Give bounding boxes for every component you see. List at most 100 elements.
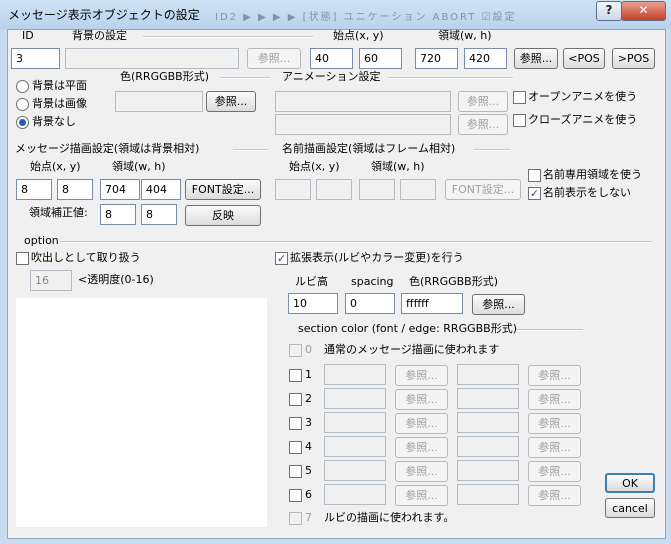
close-anim-checkbox[interactable] xyxy=(513,114,526,127)
ext-color-browse-button[interactable]: 参照... xyxy=(472,294,525,315)
section-row-font-browse-button[interactable]: 参照... xyxy=(395,485,448,506)
bg-browse2-button[interactable]: 参照... xyxy=(514,48,558,69)
ext-display-label: 拡張表示(ルビやカラー変更)を行う xyxy=(290,251,464,264)
section-7-checkbox[interactable] xyxy=(289,512,302,525)
msg-apply-button[interactable]: 反映 xyxy=(185,205,261,226)
section-7-number: 7 xyxy=(305,511,312,524)
name-x-input[interactable] xyxy=(275,179,311,200)
name-y-input[interactable] xyxy=(316,179,352,200)
msg-settings-label: メッセージ描画設定(領域は背景相対) xyxy=(15,142,200,155)
section-row-font-input[interactable] xyxy=(324,412,386,433)
divider xyxy=(233,149,268,151)
section-row-checkbox[interactable] xyxy=(289,417,302,430)
section-row-font-input[interactable] xyxy=(324,484,386,505)
section-row-edge-input[interactable] xyxy=(457,460,519,481)
anim-open-browse-button[interactable]: 参照... xyxy=(458,91,508,112)
section-row-edge-browse-button[interactable]: 参照... xyxy=(528,365,581,386)
option-label: option xyxy=(24,234,59,247)
section-row-edge-browse-button[interactable]: 参照... xyxy=(528,461,581,482)
section-row-font-input[interactable] xyxy=(324,388,386,409)
name-h-input[interactable] xyxy=(400,179,436,200)
msg-w-input[interactable]: 704 xyxy=(100,179,140,200)
name-w-input[interactable] xyxy=(359,179,395,200)
open-anim-checkbox[interactable] xyxy=(513,91,526,104)
name-area-label: 名前専用領域を使う xyxy=(543,168,642,181)
help-button[interactable]: ? xyxy=(596,1,622,21)
section-row-font-input[interactable] xyxy=(324,460,386,481)
section-row-edge-browse-button[interactable]: 参照... xyxy=(528,485,581,506)
pos-left-button[interactable]: <POS xyxy=(563,48,605,69)
bg-flat-radio[interactable] xyxy=(16,80,29,93)
bg-color-browse-button[interactable]: 参照... xyxy=(206,91,256,112)
section-row-number: 2 xyxy=(305,392,312,405)
section-row-checkbox[interactable] xyxy=(289,489,302,502)
spacing-input[interactable]: 0 xyxy=(345,293,395,314)
bg-y-input[interactable]: 60 xyxy=(359,48,402,69)
section-row-edge-input[interactable] xyxy=(457,412,519,433)
ext-display-checkbox[interactable]: ✓ xyxy=(275,252,288,265)
divider xyxy=(516,329,583,331)
alpha-label: <透明度(0-16) xyxy=(78,273,154,286)
section-row-edge-input[interactable] xyxy=(457,436,519,457)
bg-browse-button[interactable]: 参照... xyxy=(247,48,301,69)
section-row-edge-browse-button[interactable]: 参照... xyxy=(528,389,581,410)
bg-flat-label: 背景は平面 xyxy=(32,79,87,92)
section-row-font-browse-button[interactable]: 参照... xyxy=(395,365,448,386)
section-row-font-browse-button[interactable]: 参照... xyxy=(395,389,448,410)
msg-h-input[interactable]: 404 xyxy=(141,179,181,200)
ok-button[interactable]: OK xyxy=(605,473,655,493)
section-row-font-input[interactable] xyxy=(324,364,386,385)
section-row-number: 5 xyxy=(305,464,312,477)
close-button[interactable]: ✕ xyxy=(621,1,666,21)
bg-color-input[interactable] xyxy=(115,91,203,112)
name-pos-label: 始点(x, y) xyxy=(289,160,340,173)
bg-none-radio[interactable] xyxy=(16,116,29,129)
anim-open-input[interactable] xyxy=(275,91,451,112)
msg-y-input[interactable]: 8 xyxy=(57,179,93,200)
section-row-font-input[interactable] xyxy=(324,436,386,457)
msg-cy-input[interactable]: 8 xyxy=(141,204,177,225)
name-area-checkbox[interactable] xyxy=(528,169,541,182)
bg-settings-label: 背景の設定 xyxy=(72,29,127,42)
section-row-font-browse-button[interactable]: 参照... xyxy=(395,461,448,482)
alpha-input[interactable]: 16 xyxy=(30,270,72,291)
section-row-font-browse-button[interactable]: 参照... xyxy=(395,413,448,434)
anim-close-input[interactable] xyxy=(275,114,451,135)
dialog-body: ID 背景の設定 3 参照... 始点(x, y) 領域(w, h) 40 60… xyxy=(7,29,666,539)
section-row-edge-input[interactable] xyxy=(457,388,519,409)
bg-w-input[interactable]: 720 xyxy=(415,48,458,69)
section-row-number: 3 xyxy=(305,416,312,429)
section-row-edge-input[interactable] xyxy=(457,484,519,505)
section-row-checkbox[interactable] xyxy=(289,441,302,454)
balloon-checkbox[interactable] xyxy=(16,252,29,265)
msg-font-button[interactable]: FONT設定... xyxy=(185,179,261,200)
bg-h-input[interactable]: 420 xyxy=(464,48,507,69)
pos-right-button[interactable]: >POS xyxy=(612,48,655,69)
ruby-height-input[interactable]: 10 xyxy=(288,293,338,314)
msg-correction-label: 領域補正値: xyxy=(29,206,88,219)
msg-cx-input[interactable]: 8 xyxy=(100,204,136,225)
bg-image-radio[interactable] xyxy=(16,98,29,111)
cancel-button[interactable]: cancel xyxy=(605,498,655,518)
section-0-checkbox[interactable] xyxy=(289,344,302,357)
hide-name-label: 名前表示をしない xyxy=(543,186,631,199)
section-row-checkbox[interactable] xyxy=(289,393,302,406)
name-font-button[interactable]: FONT設定... xyxy=(445,179,521,200)
id-input[interactable]: 3 xyxy=(11,48,60,69)
section-0-description: 通常のメッセージ描画に使われます xyxy=(324,343,500,356)
bg-file-input[interactable] xyxy=(65,48,239,69)
msg-size-label: 領域(w, h) xyxy=(112,160,166,173)
bg-none-label: 背景なし xyxy=(32,115,76,128)
section-row-edge-input[interactable] xyxy=(457,364,519,385)
anim-close-browse-button[interactable]: 参照... xyxy=(458,114,508,135)
balloon-label: 吹出しとして取り扱う xyxy=(31,251,141,264)
section-row-edge-browse-button[interactable]: 参照... xyxy=(528,413,581,434)
bg-x-input[interactable]: 40 xyxy=(310,48,353,69)
section-row-edge-browse-button[interactable]: 参照... xyxy=(528,437,581,458)
section-row-checkbox[interactable] xyxy=(289,369,302,382)
ext-color-input[interactable]: ffffff xyxy=(401,293,463,314)
msg-x-input[interactable]: 8 xyxy=(16,179,52,200)
section-row-font-browse-button[interactable]: 参照... xyxy=(395,437,448,458)
hide-name-checkbox[interactable]: ✓ xyxy=(528,187,541,200)
section-row-checkbox[interactable] xyxy=(289,465,302,478)
